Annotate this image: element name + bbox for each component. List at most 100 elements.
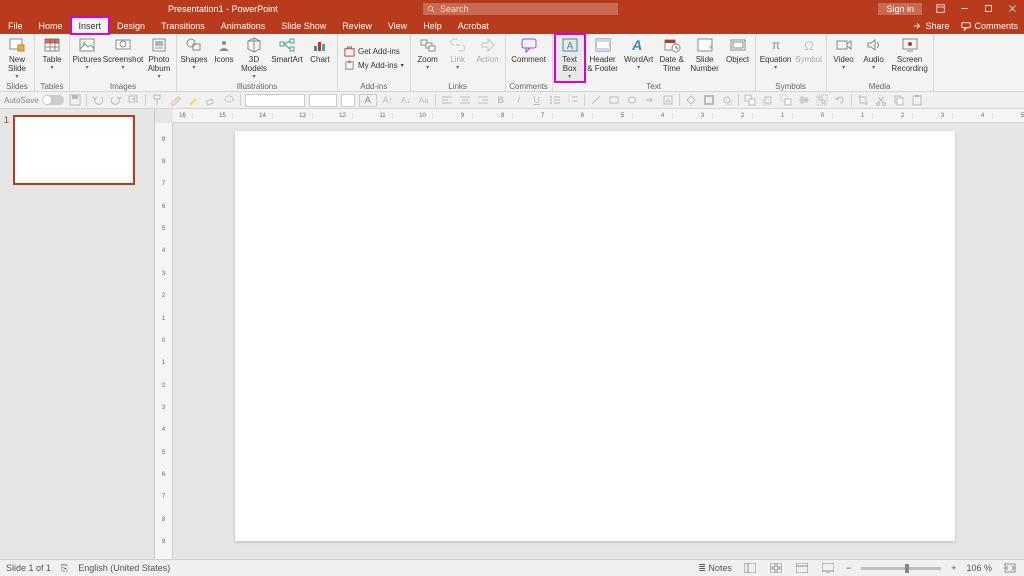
bring-forward-icon[interactable]	[761, 93, 775, 107]
wordart-button[interactable]: A WordArt ▾	[621, 34, 657, 82]
slide-sorter-view-icon[interactable]	[768, 562, 784, 574]
object-button[interactable]: Object	[723, 34, 753, 82]
copy-icon[interactable]	[892, 93, 906, 107]
tab-acrobat[interactable]: Acrobat	[450, 17, 497, 34]
chart-button[interactable]: Chart	[305, 34, 335, 82]
reading-view-icon[interactable]	[794, 562, 810, 574]
minimize-button[interactable]	[952, 0, 976, 17]
lasso-icon[interactable]	[222, 93, 236, 107]
language-indicator[interactable]: English (United States)	[78, 563, 170, 573]
shape-fill-icon[interactable]	[684, 93, 698, 107]
tab-review[interactable]: Review	[334, 17, 380, 34]
search-box[interactable]: Search	[423, 3, 618, 15]
font-color-button[interactable]: A	[359, 94, 377, 107]
slide-thumbnails-pane[interactable]: 1	[0, 109, 155, 559]
smartart-button[interactable]: SmartArt	[269, 34, 305, 82]
maximize-button[interactable]	[976, 0, 1000, 17]
ribbon-display-options-button[interactable]	[928, 0, 952, 17]
tab-animations[interactable]: Animations	[213, 17, 274, 34]
screenshot-button[interactable]: Screenshot ▾	[102, 34, 144, 82]
slide-thumbnail[interactable]	[13, 115, 135, 185]
font-name-combo[interactable]	[245, 94, 305, 107]
tab-design[interactable]: Design	[109, 17, 153, 34]
shape-outline-icon[interactable]	[702, 93, 716, 107]
symbol-button[interactable]: Ω Symbol	[794, 34, 824, 82]
audio-button[interactable]: Audio ▾	[859, 34, 889, 82]
screen-recording-button[interactable]: Screen Recording	[889, 34, 931, 82]
send-backward-icon[interactable]	[779, 93, 793, 107]
action-button[interactable]: Action	[473, 34, 503, 82]
cut-icon[interactable]	[874, 93, 888, 107]
bullets-icon[interactable]	[548, 93, 562, 107]
underline-icon[interactable]: U	[530, 93, 544, 107]
normal-view-icon[interactable]	[742, 562, 758, 574]
photo-album-button[interactable]: Photo Album ▾	[144, 34, 174, 82]
autosave-toggle[interactable]: AutoSave	[4, 95, 64, 105]
align-objects-icon[interactable]	[797, 93, 811, 107]
textbox-shape-icon[interactable]: A	[661, 93, 675, 107]
horizontal-ruler[interactable]: 1615141312111098765432101234567891011121…	[173, 109, 1024, 123]
tab-help[interactable]: Help	[415, 17, 450, 34]
3d-models-button[interactable]: 3D Models ▾	[239, 34, 269, 82]
date-time-button[interactable]: Date & Time	[657, 34, 687, 82]
pictures-button[interactable]: Pictures ▾	[72, 34, 102, 82]
align-center-icon[interactable]	[458, 93, 472, 107]
save-icon[interactable]	[68, 93, 82, 107]
thumbnail-item[interactable]: 1	[4, 115, 150, 185]
notes-button[interactable]: ≣ Notes	[698, 563, 732, 574]
eraser-icon[interactable]	[204, 93, 218, 107]
bold-icon[interactable]: B	[494, 93, 508, 107]
icons-button[interactable]: Icons	[209, 34, 239, 82]
change-case-icon[interactable]: Aa	[417, 93, 431, 107]
zoom-level[interactable]: 106 %	[966, 563, 992, 573]
slideshow-view-icon[interactable]	[820, 562, 836, 574]
shape-fill-swatch[interactable]	[341, 94, 355, 107]
undo-icon[interactable]	[91, 93, 105, 107]
header-footer-button[interactable]: Header & Footer	[585, 34, 621, 82]
start-from-beginning-icon[interactable]	[127, 93, 141, 107]
tab-slideshow[interactable]: Slide Show	[273, 17, 334, 34]
arrow-shape-icon[interactable]	[643, 93, 657, 107]
oval-shape-icon[interactable]	[625, 93, 639, 107]
equation-button[interactable]: π Equation ▾	[758, 34, 794, 82]
close-button[interactable]	[1000, 0, 1024, 17]
tab-transitions[interactable]: Transitions	[153, 17, 213, 34]
zoom-button[interactable]: Zoom ▾	[413, 34, 443, 82]
font-size-combo[interactable]	[309, 94, 337, 107]
comments-button[interactable]: Comments	[955, 17, 1024, 34]
accessibility-icon[interactable]: ⎘	[61, 563, 68, 574]
slide-canvas[interactable]	[235, 131, 955, 541]
tab-home[interactable]: Home	[31, 17, 71, 34]
arrange-icon[interactable]	[743, 93, 757, 107]
decrease-font-icon[interactable]: A↓	[399, 93, 413, 107]
line-shape-icon[interactable]	[589, 93, 603, 107]
zoom-out-button[interactable]: −	[846, 563, 851, 573]
redo-icon[interactable]	[109, 93, 123, 107]
zoom-slider[interactable]	[861, 567, 941, 570]
italic-icon[interactable]: I	[512, 93, 526, 107]
rectangle-shape-icon[interactable]	[607, 93, 621, 107]
format-painter-icon[interactable]	[150, 93, 164, 107]
video-button[interactable]: Video ▾	[829, 34, 859, 82]
table-button[interactable]: Table ▾	[37, 34, 67, 82]
paste-icon[interactable]	[910, 93, 924, 107]
pen-icon[interactable]	[168, 93, 182, 107]
get-addins-button[interactable]: Get Add-ins	[342, 45, 406, 58]
sign-in-button[interactable]: Sign in	[878, 3, 922, 15]
highlighter-icon[interactable]	[186, 93, 200, 107]
comment-button[interactable]: Comment	[508, 34, 550, 82]
group-objects-icon[interactable]	[815, 93, 829, 107]
my-addins-button[interactable]: My Add-ins ▾	[342, 59, 406, 72]
align-right-icon[interactable]	[476, 93, 490, 107]
tab-file[interactable]: File	[0, 17, 31, 34]
increase-font-icon[interactable]: A↑	[381, 93, 395, 107]
tab-insert[interactable]: Insert	[71, 17, 110, 34]
rotate-icon[interactable]	[833, 93, 847, 107]
crop-icon[interactable]	[856, 93, 870, 107]
text-box-button[interactable]: A Text Box ▾	[555, 34, 585, 82]
shape-effects-icon[interactable]	[720, 93, 734, 107]
slide-indicator[interactable]: Slide 1 of 1	[6, 563, 51, 573]
slide-number-button[interactable]: # Slide Number	[687, 34, 723, 82]
zoom-in-button[interactable]: +	[951, 563, 956, 573]
fit-to-window-icon[interactable]	[1002, 562, 1018, 574]
